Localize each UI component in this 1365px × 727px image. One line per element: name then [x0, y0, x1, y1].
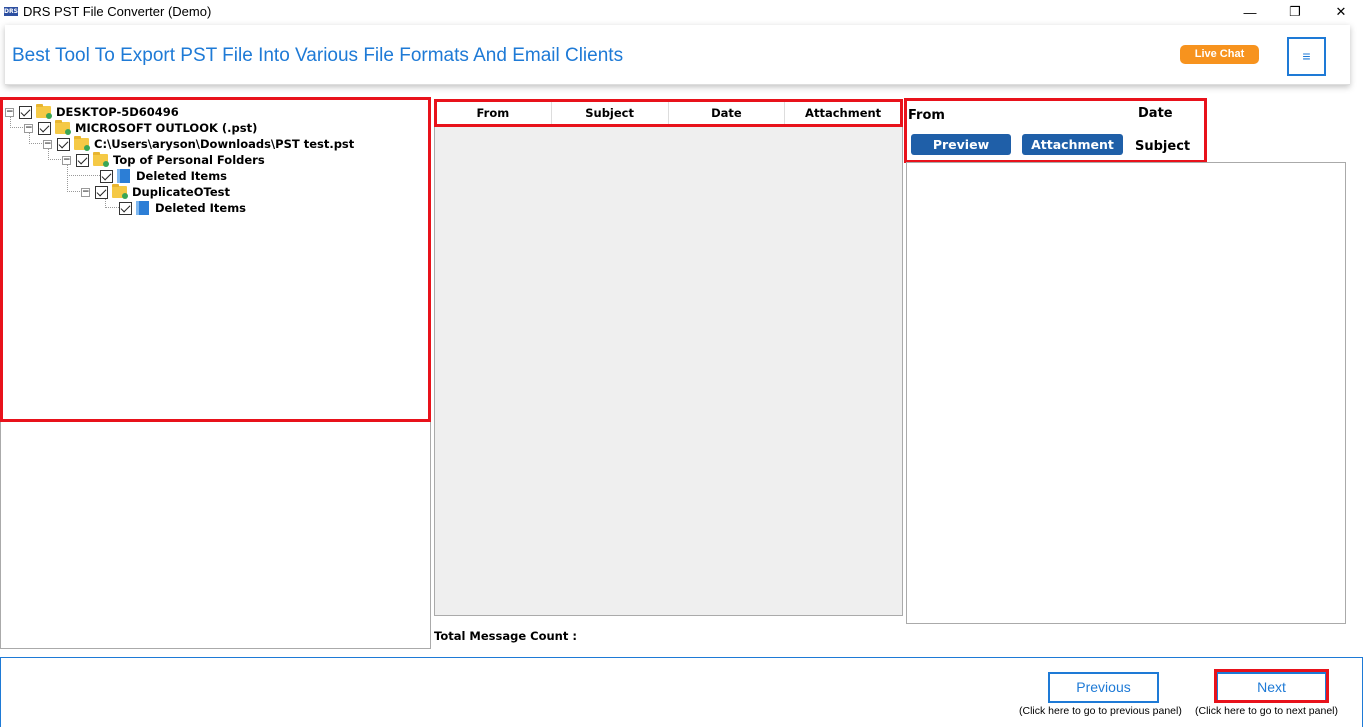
banner-title: Best Tool To Export PST File Into Variou…	[12, 45, 624, 66]
hamburger-menu-icon[interactable]: ≡	[1287, 37, 1326, 76]
message-list-header: From Subject Date Attachment	[435, 101, 902, 126]
collapse-icon[interactable]: −	[5, 107, 14, 117]
checkbox[interactable]	[38, 121, 51, 135]
preview-button[interactable]: Preview	[911, 134, 1011, 155]
tree-item-outlook[interactable]: − MICROSOFT OUTLOOK (.pst)	[24, 120, 257, 136]
checkbox[interactable]	[57, 137, 70, 151]
message-list-panel[interactable]: From Subject Date Attachment	[434, 100, 903, 616]
live-chat-button[interactable]: Live Chat	[1180, 45, 1259, 64]
tree-item-deleted-items[interactable]: Deleted Items	[100, 168, 227, 184]
column-subject[interactable]: Subject	[552, 101, 669, 125]
outlook-folder-icon	[55, 120, 71, 135]
mail-folder-icon	[117, 169, 130, 183]
tree-item-label: MICROSOFT OUTLOOK (.pst)	[75, 121, 258, 135]
checkbox[interactable]	[119, 201, 132, 215]
next-hint: (Click here to go to next panel)	[1195, 705, 1338, 717]
collapse-icon[interactable]: −	[43, 139, 52, 149]
title-bar: DRS DRS PST File Converter (Demo) — ❐ ✕	[0, 0, 1365, 24]
attachment-button[interactable]: Attachment	[1022, 134, 1123, 155]
pst-folder-icon	[74, 136, 90, 151]
preview-date-label: Date	[1138, 106, 1173, 121]
tree-item-desktop[interactable]: − DESKTOP-5D60496	[5, 104, 179, 120]
tree-item-label: Deleted Items	[155, 201, 247, 215]
minimize-button[interactable]: —	[1227, 0, 1273, 24]
column-from[interactable]: From	[435, 101, 552, 125]
checkbox[interactable]	[19, 105, 32, 119]
column-attachment[interactable]: Attachment	[785, 101, 902, 125]
folder-tree-panel[interactable]: − DESKTOP-5D60496 − MICROSOFT OUTLOOK (.…	[0, 97, 431, 649]
computer-folder-icon	[36, 104, 52, 119]
checkbox[interactable]	[76, 153, 89, 167]
tree-item-label: Top of Personal Folders	[113, 153, 265, 167]
tree-item-top-personal-folders[interactable]: − Top of Personal Folders	[62, 152, 265, 168]
column-date[interactable]: Date	[669, 101, 786, 125]
preview-content-area[interactable]	[906, 162, 1346, 624]
tree-item-deleted-items[interactable]: Deleted Items	[119, 200, 246, 216]
tree-item-pst-file[interactable]: − C:\Users\aryson\Downloads\PST test.pst	[43, 136, 354, 152]
previous-hint: (Click here to go to previous panel)	[1019, 705, 1182, 717]
tree-item-label: DESKTOP-5D60496	[56, 105, 179, 119]
close-button[interactable]: ✕	[1318, 0, 1364, 24]
folder-icon	[112, 184, 128, 199]
total-message-count: Total Message Count :	[434, 629, 577, 643]
tree-connector	[105, 207, 119, 208]
tree-item-duplicate-test[interactable]: − DuplicateOTest	[81, 184, 230, 200]
restore-button[interactable]: ❐	[1272, 0, 1318, 24]
collapse-icon[interactable]: −	[81, 187, 90, 197]
preview-from-label: From	[908, 108, 945, 123]
collapse-icon[interactable]: −	[24, 123, 33, 133]
tree-connector	[67, 164, 68, 192]
tree-connector	[67, 175, 100, 176]
header-banner: Best Tool To Export PST File Into Variou…	[5, 25, 1350, 85]
next-button[interactable]: Next	[1216, 672, 1327, 703]
window-title: DRS PST File Converter (Demo)	[23, 4, 212, 19]
app-logo-icon: DRS	[4, 7, 18, 16]
preview-header: From Date Preview Attachment Subject	[905, 99, 1205, 161]
navigation-panel: Previous (Click here to go to previous p…	[0, 657, 1363, 727]
tree-item-label: Deleted Items	[136, 169, 228, 183]
collapse-icon[interactable]: −	[62, 155, 71, 165]
folder-icon	[93, 152, 109, 167]
mail-folder-icon	[136, 201, 149, 215]
tree-item-label: DuplicateOTest	[132, 185, 230, 199]
previous-button[interactable]: Previous	[1048, 672, 1159, 703]
preview-subject-label: Subject	[1135, 139, 1191, 154]
checkbox[interactable]	[100, 169, 113, 183]
checkbox[interactable]	[95, 185, 108, 199]
tree-item-label: C:\Users\aryson\Downloads\PST test.pst	[94, 137, 355, 151]
